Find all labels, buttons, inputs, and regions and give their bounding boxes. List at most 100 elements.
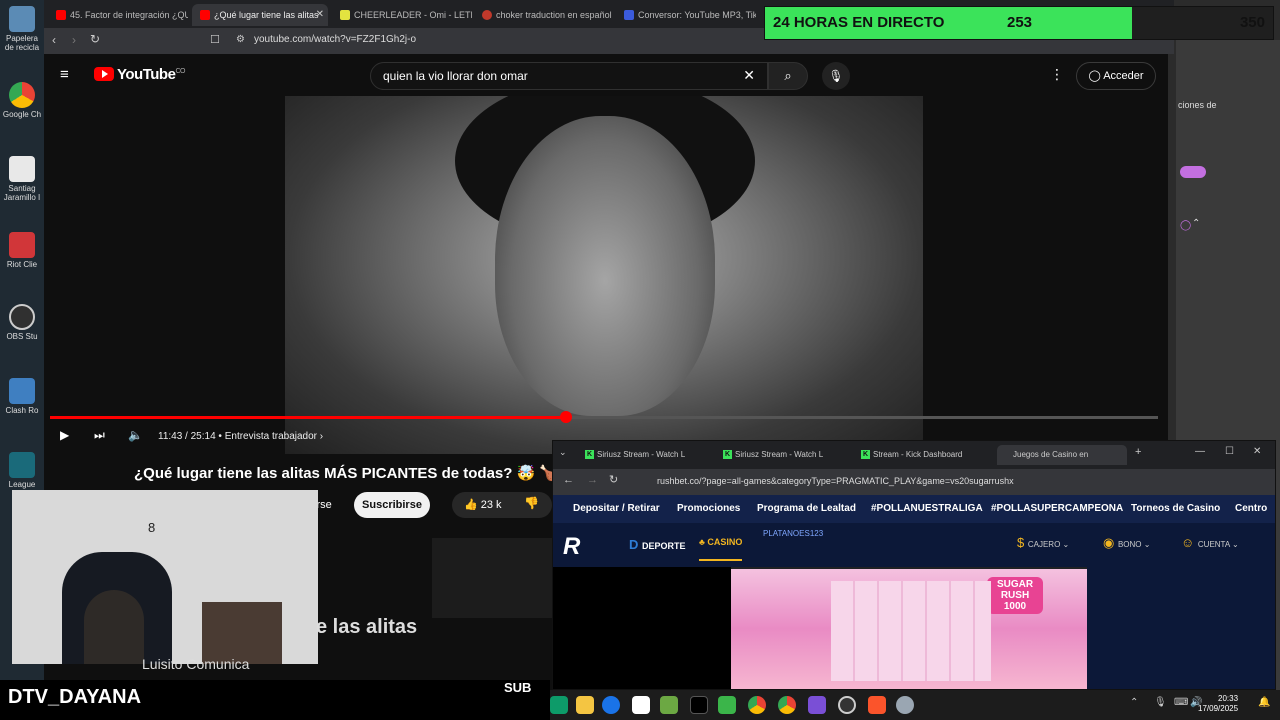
forward-arrow-icon[interactable]: → <box>587 474 598 486</box>
rushbet-logo[interactable]: R <box>563 533 580 561</box>
tab-factor-integracion[interactable]: 45. Factor de integración ¿QUÉ <box>48 4 188 26</box>
casino-tab[interactable]: ♣ CASINO <box>699 537 743 561</box>
app-icon[interactable] <box>718 696 736 714</box>
nav-centro[interactable]: Centro <box>1235 503 1267 514</box>
back-arrow-icon[interactable]: ← <box>563 474 574 486</box>
minimize-icon[interactable]: — <box>1195 446 1205 457</box>
clear-search-icon[interactable]: ✕ <box>743 67 755 84</box>
subscribe-button[interactable]: Suscribirse <box>354 492 430 518</box>
video-progress-fill <box>50 416 567 419</box>
address-url[interactable]: youtube.com/watch?v=FZ2F1Gh2j-o <box>254 34 416 45</box>
tab-conversor[interactable]: Conversor: YouTube MP3, Tikt <box>616 4 756 26</box>
cuenta-menu[interactable]: ☺ CUENTA ⌄ <box>1181 535 1239 550</box>
converter-favicon-icon <box>624 10 634 20</box>
nav-depositar[interactable]: Depositar / Retirar <box>573 503 660 514</box>
tray-chevron-icon[interactable]: ⌃ <box>1130 697 1138 708</box>
maximize-icon[interactable]: ☐ <box>1225 446 1234 457</box>
nav-pollanuestraliga[interactable]: #POLLANUESTRALIGA <box>871 503 983 514</box>
chevron-up-icon[interactable]: ⌃ <box>1192 218 1200 229</box>
youtube-logo[interactable]: YouTubeCO <box>94 66 185 83</box>
menu-icon[interactable]: ≡ <box>60 66 69 83</box>
radio-icon[interactable]: ◯ <box>1180 220 1191 231</box>
tab-kick-dashboard[interactable]: K Stream - Kick Dashboard <box>857 445 989 465</box>
chrome-desktop-icon[interactable]: Google Ch <box>2 82 42 119</box>
chrome-active-icon[interactable] <box>778 696 796 714</box>
close-window-icon[interactable]: ✕ <box>1253 446 1261 457</box>
tab-siriusz-2[interactable]: K Siriusz Stream - Watch L <box>719 445 851 465</box>
pdf-file-icon[interactable]: Santiag Jaramillo I <box>2 156 42 202</box>
obs-studio-icon[interactable]: OBS Stu <box>2 304 42 341</box>
play-icon[interactable]: ▶ <box>60 428 69 442</box>
chapter-label[interactable]: Entrevista trabajador <box>225 431 317 442</box>
tab-siriusz-1[interactable]: K Siriusz Stream - Watch L <box>581 445 713 465</box>
casino-header: R D DEPORTE ♣ CASINO PLATANOES123 $ CAJE… <box>553 523 1275 567</box>
voice-search-button[interactable]: 🎙 <box>822 62 850 90</box>
tab-casino-active[interactable]: Juegos de Casino en <box>997 445 1127 465</box>
league-icon[interactable]: League <box>2 452 42 489</box>
cajero-menu[interactable]: $ CAJERO ⌄ <box>1017 535 1069 550</box>
bookmark-icon[interactable]: ☐ <box>210 33 220 46</box>
video-progress-bar[interactable] <box>50 411 1158 423</box>
tab-choker[interactable]: choker traduction en español <box>474 4 614 26</box>
toggle-switch[interactable] <box>1180 166 1206 178</box>
nav-pollasupercampeona[interactable]: #POLLASUPERCAMPEONA <box>991 503 1123 514</box>
channel-name[interactable]: Luisito Comunica <box>142 656 249 672</box>
tab-label: Conversor: YouTube MP3, Tikt <box>638 10 756 20</box>
tiktok-icon[interactable] <box>690 696 708 714</box>
kick-favicon-icon: K <box>585 450 594 459</box>
search-icon: ⌕ <box>784 68 792 83</box>
signin-button[interactable]: ◯ Acceder <box>1076 62 1156 90</box>
next-icon[interactable]: ⏭ <box>94 428 105 443</box>
reload-icon[interactable]: ↻ <box>90 32 100 46</box>
more-options-icon[interactable]: ⋮ <box>1050 66 1064 83</box>
dislike-icon[interactable]: 👎 <box>524 496 539 510</box>
slot-game-canvas[interactable]: SUGAR RUSH 1000 <box>731 569 1087 689</box>
edge-icon[interactable] <box>602 696 620 714</box>
taskbar-clock[interactable]: 20:33 17/09/2025 <box>1198 694 1238 714</box>
tab-cheerleader[interactable]: CHEERLEADER - Omi - LETRAS <box>332 4 472 26</box>
suggested-thumbnail[interactable] <box>432 538 554 618</box>
video-player[interactable] <box>285 96 923 454</box>
close-tab-icon[interactable]: ✕ <box>316 4 324 26</box>
chrome-taskbar-icon[interactable] <box>748 696 766 714</box>
youtube-logo-text: YouTube <box>117 66 176 83</box>
search-button[interactable]: ⌕ <box>768 62 808 90</box>
casino-url[interactable]: rushbet.co/?page=all-games&categoryType=… <box>657 476 1014 486</box>
nav-torneos[interactable]: Torneos de Casino <box>1131 503 1220 514</box>
notification-icon[interactable]: 🔔 <box>1258 697 1270 708</box>
youtube-play-logo-icon <box>94 67 114 81</box>
file-explorer-icon[interactable] <box>576 696 594 714</box>
desktop-icon-label: Santiag Jaramillo I <box>3 184 41 202</box>
deporte-tab[interactable]: D DEPORTE <box>629 537 686 552</box>
nav-promociones[interactable]: Promociones <box>677 503 740 514</box>
cabinet <box>202 602 282 664</box>
obs-taskbar-icon[interactable] <box>838 696 856 714</box>
search-input[interactable]: quien la vio llorar don omar ✕ <box>370 62 768 90</box>
avatar-icon: ☺ <box>1181 535 1198 550</box>
volume-icon[interactable]: 🔈 <box>128 428 143 442</box>
brave-icon[interactable] <box>868 696 886 714</box>
network-icon[interactable]: ⌨ <box>1174 697 1188 708</box>
tab-youtube-active[interactable]: ¿Qué lugar tiene las alitas ✕ <box>192 4 328 26</box>
tab-list-icon[interactable]: ⌄ <box>559 447 567 458</box>
clash-royale-icon[interactable]: Clash Ro <box>2 378 42 415</box>
riot-client-icon[interactable]: Riot Clie <box>2 232 42 269</box>
recycle-bin-icon[interactable]: Papelera de recicla <box>2 6 42 52</box>
tab-label: Stream - Kick Dashboard <box>873 450 963 459</box>
microphone-tray-icon[interactable]: 🎙 <box>1154 697 1167 708</box>
forward-arrow-icon[interactable]: › <box>72 33 76 47</box>
slot-reels <box>831 581 991 681</box>
casino-label: CASINO <box>707 537 743 547</box>
discord-icon[interactable] <box>808 696 826 714</box>
thumbs-up-icon: 👍 <box>464 499 481 511</box>
minecraft-icon[interactable] <box>660 696 678 714</box>
store-icon[interactable] <box>632 696 650 714</box>
site-info-icon[interactable]: ⚙ <box>236 34 245 45</box>
settings-icon[interactable] <box>896 696 914 714</box>
new-tab-icon[interactable]: + <box>1135 446 1141 458</box>
bono-menu[interactable]: ◉ BONO ⌄ <box>1103 535 1150 551</box>
reload-icon[interactable]: ↻ <box>609 473 618 486</box>
taskbar-app-icon[interactable] <box>550 696 568 714</box>
nav-lealtad[interactable]: Programa de Lealtad <box>757 503 856 514</box>
back-arrow-icon[interactable]: ‹ <box>52 33 56 47</box>
